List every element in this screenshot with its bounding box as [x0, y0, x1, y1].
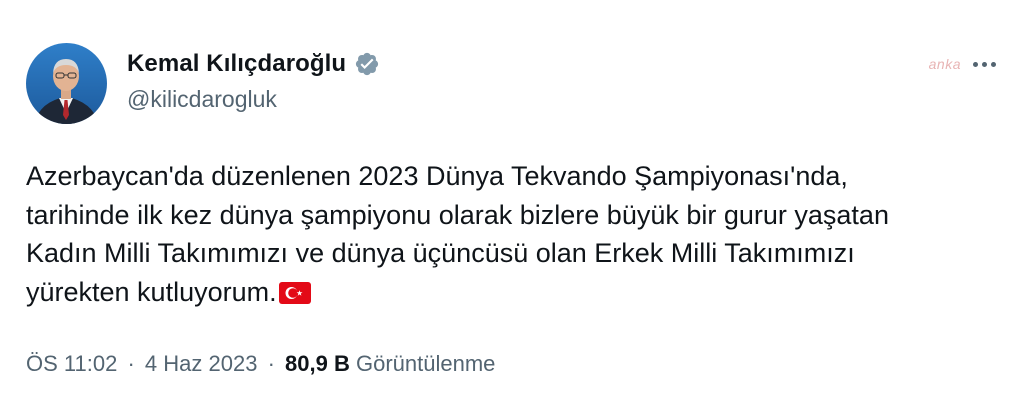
- tweet-text-line-content: yürekten kutluyorum.: [26, 276, 277, 307]
- views-count: 80,9 B: [285, 351, 350, 376]
- user-handle[interactable]: @kilicdarogluk: [127, 86, 380, 113]
- more-options-icon[interactable]: [969, 58, 1000, 71]
- watermark: anka: [928, 56, 961, 72]
- avatar[interactable]: [26, 43, 107, 124]
- verified-badge-icon: [354, 51, 380, 77]
- author-info: Kemal Kılıçdaroğlu @kilicdarogluk: [127, 50, 380, 113]
- tweet-time[interactable]: ÖS 11:02: [26, 351, 117, 376]
- meta-separator: ·: [127, 351, 135, 376]
- tweet-text: Azerbaycan'da düzenlenen 2023 Dünya Tekv…: [26, 157, 986, 311]
- top-right-controls: anka: [929, 56, 1000, 72]
- tweet-text-line-last: yürekten kutluyorum.: [26, 273, 986, 312]
- tweet-text-line: Azerbaycan'da düzenlenen 2023 Dünya Tekv…: [26, 161, 848, 191]
- meta-separator: ·: [267, 351, 275, 376]
- tweet-card: Kemal Kılıçdaroğlu @kilicdarogluk anka A…: [0, 0, 1024, 403]
- tweet-text-line: Kadın Milli Takımımızı ve dünya üçüncüsü…: [26, 238, 855, 268]
- turkey-flag-icon: [278, 276, 311, 304]
- views-label: Görüntülenme: [355, 351, 496, 376]
- tweet-date[interactable]: 4 Haz 2023: [145, 351, 258, 376]
- name-row: Kemal Kılıçdaroğlu: [127, 50, 380, 78]
- tweet-text-line: tarihinde ilk kez dünya şampiyonu olarak…: [26, 199, 889, 230]
- tweet-meta: ÖS 11:02 · 4 Haz 2023 · 80,9 B Görüntüle…: [26, 351, 495, 377]
- avatar-image: [26, 43, 107, 124]
- display-name[interactable]: Kemal Kılıçdaroğlu: [127, 50, 346, 78]
